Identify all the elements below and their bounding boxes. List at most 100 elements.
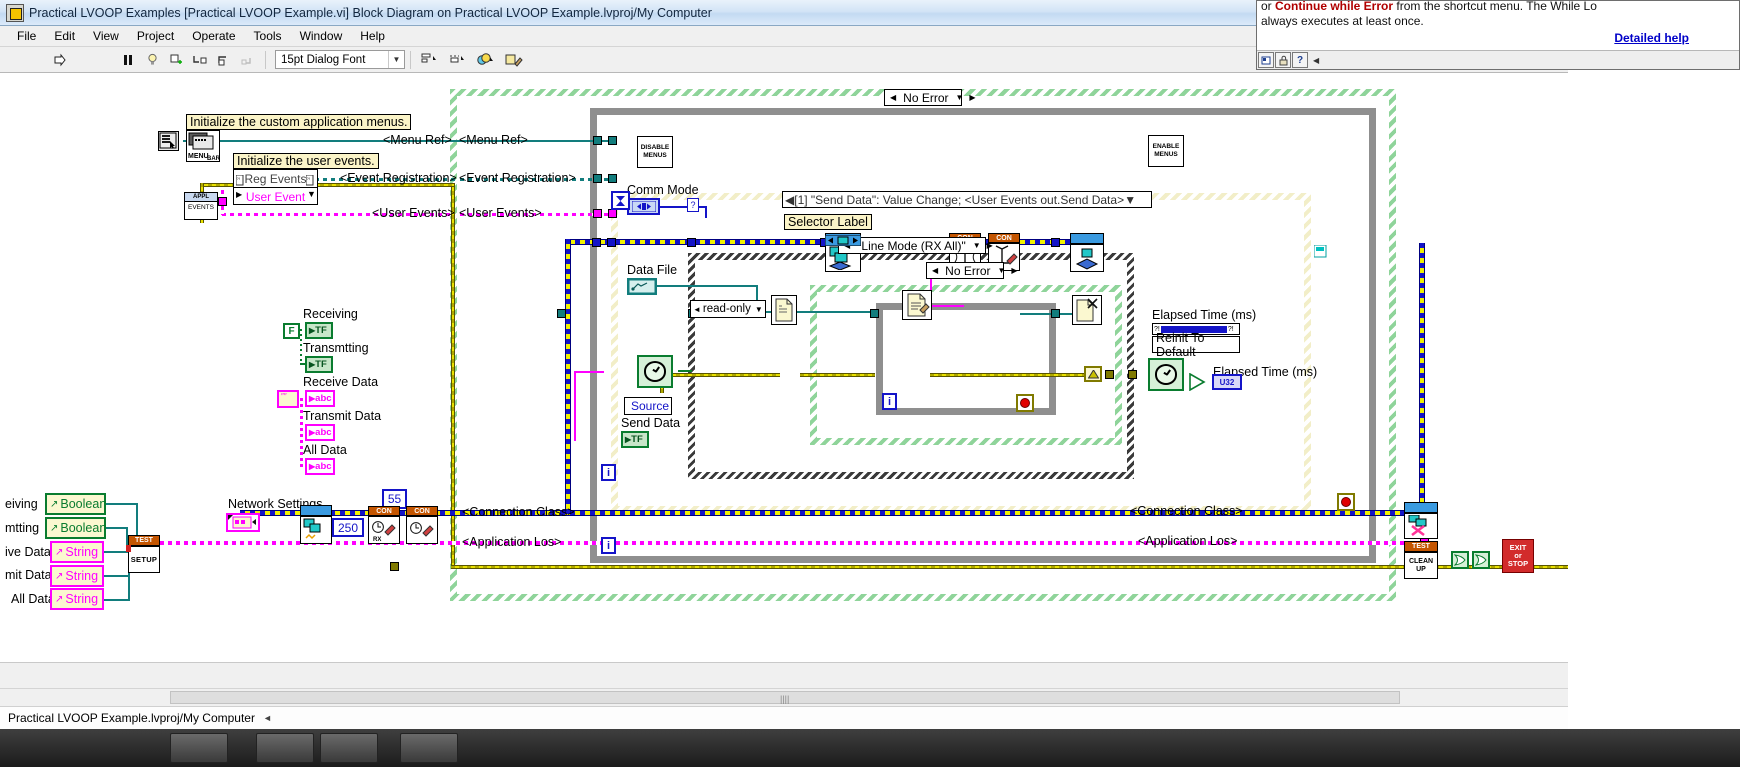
chevron-down-icon[interactable]: ▼ [995,266,1009,275]
highlight-execution-icon[interactable] [141,50,163,70]
transmit-data-indicator[interactable]: ▶ abc [305,424,335,441]
menu-item-help[interactable]: Help [351,27,394,45]
clock-icon [1154,364,1178,385]
distribute-objects-icon[interactable] [445,50,471,70]
receiving-indicator[interactable]: ▶ TF [305,322,333,339]
test-setup-vi[interactable]: SETUP [128,546,160,573]
transmitting-indicator[interactable]: ▶ TF [305,356,333,373]
fp-receive-data-string[interactable]: ↗ String [50,541,104,563]
enable-menus-vi[interactable]: ENABLE MENUS [1148,135,1184,167]
ring-prev-icon[interactable]: ◄ [693,305,701,314]
clean-up-diagram-icon[interactable] [501,50,527,70]
event-case-selector[interactable]: ◀ [1] "Send Data": Value Change; <User E… [782,191,1152,208]
comm-mode-control[interactable] [627,198,660,215]
project-path: Practical LVOOP Example.lvproj/My Comput… [8,711,255,725]
inner-loop-stop-button[interactable] [1016,394,1034,412]
file-write-vi[interactable] [902,290,932,320]
step-over-icon[interactable] [213,50,235,70]
user-event-ring[interactable]: User Event [234,188,317,205]
fp-transmit-data-string[interactable]: ↗ String [50,565,104,587]
menu-item-edit[interactable]: Edit [45,27,84,45]
wire-fp-receiving [106,503,138,505]
rx-con2-vi[interactable]: RX [368,516,400,544]
back-arrow-icon[interactable]: ◀ [1313,56,1319,65]
fp-all-data-string[interactable]: ↗ String [50,588,104,610]
reinit-to-default-button[interactable]: Reinit To Default [1152,331,1240,359]
exit-line-3: STOP [1507,559,1529,568]
label-send-data: Send Data [621,416,681,430]
taskbar-item-1[interactable] [170,733,228,763]
status-back-arrow-icon[interactable]: ◄ [263,713,272,723]
lock-help-icon[interactable] [1275,52,1291,68]
net-connect-vi[interactable] [300,516,332,544]
run-arrow-icon[interactable] [49,50,71,70]
chevron-down-icon[interactable]: ▼ [307,189,316,199]
menu-item-view[interactable]: View [84,27,128,45]
step-out-icon[interactable] [237,50,259,70]
selector-next-icon[interactable]: ▶ [984,241,996,250]
chevron-down-icon[interactable]: ▼ [1124,193,1136,207]
taskbar-item-2[interactable] [256,733,314,763]
outer-while-error-selector[interactable]: ◀ No Error ▼ ▶ [884,89,976,106]
step-into-icon[interactable] [189,50,211,70]
timeout-constant[interactable]: 250 [332,518,364,537]
file-close-vi[interactable] [1072,295,1102,325]
pause-icon[interactable] [117,50,139,70]
menu-item-operate[interactable]: Operate [183,27,244,45]
fp-transmitting-boolean[interactable]: ↗ Boolean [45,517,106,539]
net-send-vi[interactable] [1070,244,1104,272]
chevron-down-icon[interactable]: ▼ [388,51,404,68]
detailed-help-icon[interactable]: ? [1292,52,1308,68]
data-file-control[interactable] [627,278,657,295]
receive-data-indicator[interactable]: ▶ abc [305,390,335,407]
menu-bar-vi[interactable]: MENU BAR [186,130,220,162]
net-disconnect-vi[interactable] [1404,513,1438,539]
chevron-down-icon[interactable]: ▼ [970,241,984,250]
test-cleanup-vi[interactable]: CLEAN UP [1404,552,1438,579]
selector-next-icon[interactable]: ▶ [966,93,978,102]
exit-or-stop-button[interactable]: EXIT or STOP [1502,539,1534,573]
chevron-down-icon[interactable]: ▼ [953,93,967,102]
menu-ref-terminal[interactable] [158,131,179,151]
label-data-file: Data File [627,263,678,277]
wire-fp-receiving-v [136,503,138,539]
wire-send-data-h [574,371,604,373]
disable-menus-vi[interactable]: DISABLE MENUS [637,136,673,168]
ring-prev-icon[interactable]: ▶ [236,190,242,199]
empty-string-constant[interactable]: ″″ [277,390,299,408]
menu-item-file[interactable]: File [8,27,45,45]
file-open-vi[interactable] [771,295,797,325]
align-objects-icon[interactable] [417,50,443,70]
menu-item-window[interactable]: Window [291,27,352,45]
elapsed-timer-vi-2[interactable] [1148,358,1184,391]
source-label[interactable]: Source [624,397,672,415]
inner-error-selector[interactable]: ◀ No Error ▼ ▶ [926,262,1018,279]
elapsed-timer-vi-1[interactable] [637,355,673,388]
detailed-help-link[interactable]: Detailed help [1614,31,1689,45]
chevron-down-icon[interactable]: ▼ [755,305,763,314]
font-selector[interactable]: 15pt Dialog Font ▼ [275,50,405,69]
taskbar-item-3[interactable] [320,733,378,763]
event-timeout-terminal[interactable] [611,191,630,210]
menu-item-tools[interactable]: Tools [245,27,291,45]
event-prev-icon[interactable]: ◀ [785,193,794,207]
reorder-icon[interactable] [473,50,499,70]
tunnel-teal-inner-2 [1051,309,1060,318]
show-context-help-icon[interactable] [1258,52,1274,68]
menu-item-project[interactable]: Project [128,27,183,45]
send-data-terminal[interactable]: ▶ TF [621,431,649,448]
loop-stop-button[interactable] [1337,493,1355,511]
rx-con3-vi[interactable] [406,516,438,544]
retain-wire-values-icon[interactable] [165,50,187,70]
all-data-indicator[interactable]: ▶ abc [305,458,335,475]
fp-receiving-boolean[interactable]: ↗ Boolean [45,493,106,515]
taskbar-item-4[interactable] [400,733,458,763]
network-settings-control[interactable] [226,513,260,532]
selector-next-icon[interactable]: ▶ [1008,266,1020,275]
selector-prev-icon[interactable]: ◀ [887,93,899,102]
diagram-horizontal-scrollbar[interactable]: |||| [0,688,1568,706]
file-access-mode-dropdown[interactable]: ◄ read-only ▼ [690,300,766,318]
appl-events-vi[interactable]: APPL EVENTS [184,192,218,220]
selector-prev-icon[interactable]: ◀ [929,266,941,275]
context-help-window: or Continue while Error from the shortcu… [1256,0,1740,70]
